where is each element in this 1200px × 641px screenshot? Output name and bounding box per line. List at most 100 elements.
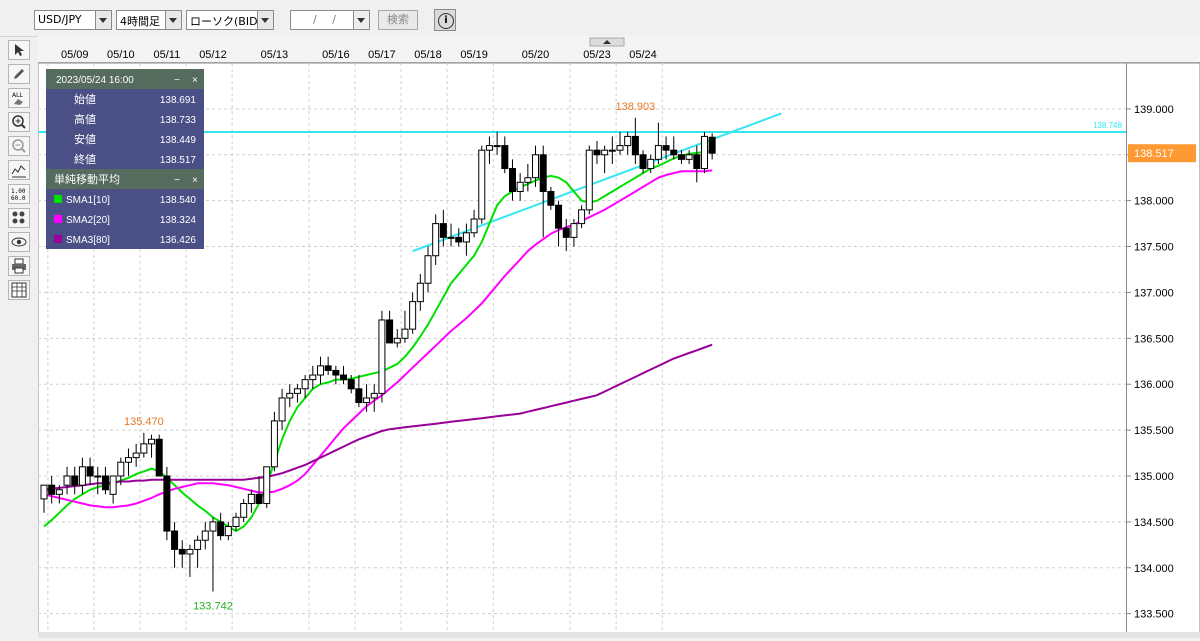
y-tick-label: 136.000 [1134,379,1174,391]
candle-up [124,457,132,463]
chevron-down-icon[interactable] [95,11,111,29]
candle-down [340,374,348,381]
chart-area[interactable]: 139.000138.500138.000137.500137.000136.5… [37,36,1200,639]
x-tick-label: 05/09 [61,49,89,61]
candle-up [55,489,63,495]
candlestick-chart[interactable]: 139.000138.500138.000137.500137.000136.5… [37,36,1200,639]
candle-down [670,149,678,156]
scrollbar [38,632,1200,638]
sma-color-swatch [54,235,62,243]
candle-down [639,154,647,170]
candle-up [224,525,232,537]
sma-color-swatch [54,195,62,203]
chart-background [38,36,1200,638]
candle-up [63,475,71,486]
candle-up [616,145,624,151]
symbol-select[interactable]: USD/JPY [34,10,112,30]
date-input[interactable]: / / [290,10,370,30]
candle-down [539,154,547,192]
zoom-out-icon[interactable] [8,136,30,156]
candle-up [470,218,478,234]
candle-down [555,204,563,229]
y-tick-label: 134.000 [1134,563,1174,575]
candle-up [654,145,662,160]
eye-icon[interactable] [8,232,30,252]
candle-down [677,154,685,160]
sma-value: 136.426 [160,235,197,246]
chevron-down-icon[interactable] [257,11,273,29]
sma-label: SMA2[20] [66,215,110,226]
x-tick-label: 05/13 [261,49,289,61]
candle-down [86,466,94,477]
candle-down [662,145,670,151]
candle-up [624,135,632,147]
date-input-value: / / [313,13,342,26]
eraser-all-icon[interactable]: ALL [8,88,30,108]
candle-up [516,181,524,192]
symbol-select-value: USD/JPY [38,13,82,26]
sma-title: 単純移動平均 [54,172,120,186]
pencil-icon[interactable] [8,64,30,84]
minimize-icon: − [174,75,180,86]
y-tick-label: 138.000 [1134,196,1174,208]
svg-text:ALL: ALL [12,92,23,99]
ohlc-values-icon[interactable]: 1.00 60.0 [8,184,30,204]
svg-text:60.0: 60.0 [11,195,26,202]
candle-up [286,392,294,399]
search-button[interactable]: 検索 [378,10,418,30]
timeframe-select[interactable]: 4時間足 [116,10,182,30]
ohlc-label: 始値 [74,92,96,106]
candle-up [493,145,501,148]
indicator-icon[interactable] [8,160,30,180]
horizontal-line-label: 138.748 [1093,121,1122,130]
info-datetime: 2023/05/24 16:00 [56,75,134,86]
candle-down [439,223,447,238]
zoom-in-icon[interactable] [8,112,30,132]
candle-up [432,223,440,257]
close-icon: × [192,75,198,86]
candle-up [201,530,209,541]
info-button[interactable]: i [434,9,456,31]
candle-up [240,503,248,518]
candle-up [685,154,693,160]
candle-up [524,177,532,183]
x-tick-label: 05/17 [368,49,396,61]
candle-up [416,282,424,303]
chevron-down-icon[interactable] [353,11,369,29]
candle-up [601,149,609,156]
top-toolbar: USD/JPY 4時間足 ローソク(BID) / / 検索 i [0,0,1200,37]
candle-down [386,319,394,344]
price-annotation: 133.742 [193,600,233,612]
timeframe-select-value: 4時間足 [120,15,160,28]
print-icon[interactable] [8,256,30,276]
info-icon: i [438,13,454,29]
candle-up [278,397,286,422]
candle-up [109,475,117,495]
candle-up [309,374,317,381]
candle-down [255,493,263,505]
x-tick-label: 05/24 [629,49,657,61]
ohlc-value: 138.733 [160,115,197,126]
candle-up [608,149,616,152]
candle-up [700,135,708,170]
sma-value: 138.540 [160,195,197,206]
candle-up [447,236,455,239]
candle-up [263,466,271,505]
candle-up [148,438,156,445]
candle-up [363,397,371,404]
chart-type-select-value: ローソク(BID) [190,15,262,28]
cursor-icon[interactable] [8,40,30,60]
candle-up [209,521,217,532]
candle-down [171,530,179,550]
candle-up [94,475,102,478]
candle-up [140,443,148,454]
chart-type-select[interactable]: ローソク(BID) [186,10,274,30]
candle-up [401,328,409,339]
candle-up [270,420,278,468]
candle-down [501,145,509,170]
settings-icon[interactable] [8,208,30,228]
grid-table-icon[interactable] [8,280,30,300]
candle-up [232,516,240,527]
candle-up [117,461,125,477]
chevron-down-icon[interactable] [165,11,181,29]
